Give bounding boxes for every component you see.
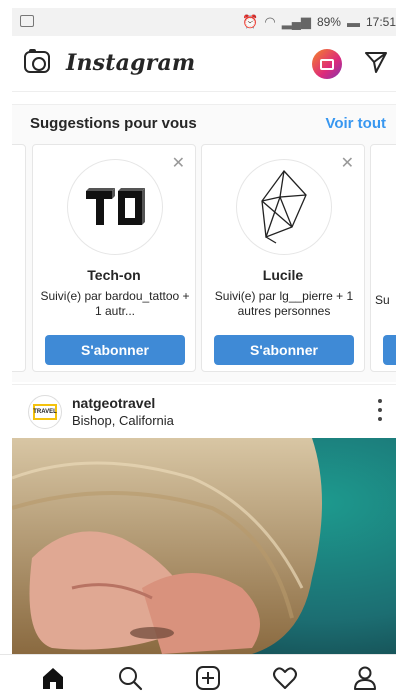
battery-icon: ▬ (346, 14, 360, 30)
camera-icon[interactable] (24, 49, 50, 73)
suggestions-header: Suggestions pour vous Voir tout (12, 104, 396, 138)
suggestion-card-partial-left (12, 144, 26, 372)
suggestion-name: Tech-on (87, 267, 141, 283)
suggestion-followed-by: Suivi(e) par bardou_tattoo + 1 autr... (40, 289, 190, 318)
post-photo-illustration (12, 438, 396, 654)
signal-icon: ▂▄▆ (281, 14, 311, 29)
avatar[interactable] (67, 159, 163, 255)
post-username[interactable]: natgeotravel (72, 395, 155, 411)
app-header: Instagram (12, 36, 396, 92)
post-location[interactable]: Bishop, California (72, 413, 174, 428)
suggestion-card-partial-right[interactable]: Su (370, 144, 396, 372)
follow-button[interactable]: S'abonner (214, 335, 354, 365)
bottom-navigation (0, 654, 396, 699)
heart-icon (273, 667, 297, 689)
paper-plane-icon (365, 52, 387, 73)
alarm-icon: ⏰ (242, 14, 259, 29)
suggestions-title: Suggestions pour vous (30, 115, 197, 132)
nav-activity[interactable] (268, 661, 302, 695)
profile-icon (354, 666, 376, 690)
dismiss-icon[interactable]: ✕ (341, 153, 354, 173)
clock: 17:51 (365, 15, 396, 29)
dismiss-icon[interactable]: ✕ (172, 153, 185, 173)
follow-button-partial[interactable] (383, 335, 396, 365)
more-options-icon[interactable] (378, 399, 382, 421)
status-right: ⏰ ◠ ▂▄▆ 89% ▬ 17:51 (242, 8, 396, 36)
nav-add[interactable] (191, 661, 225, 695)
wifi-icon: ◠ (264, 14, 276, 29)
home-icon (43, 668, 63, 689)
suggestion-followed-by: Suivi(e) par lg__pierre + 1 autres perso… (214, 289, 354, 318)
image-notification-icon (20, 15, 34, 27)
suggestion-card[interactable]: ✕ Tech-on Suivi(e) par bardou_tattoo + 1… (32, 144, 196, 372)
see-all-link[interactable]: Voir tout (325, 115, 386, 132)
avatar[interactable] (236, 159, 332, 255)
igtv-button[interactable] (312, 49, 342, 79)
instagram-logo: Instagram (66, 50, 196, 76)
add-icon (196, 666, 220, 690)
battery-percent: 89% (316, 15, 341, 29)
partial-card-text: Su (375, 293, 390, 307)
nav-home[interactable] (36, 661, 70, 695)
tech-on-logo-icon (86, 188, 145, 225)
tv-icon (320, 58, 334, 70)
suggestion-carousel[interactable]: ✕ Tech-on Suivi(e) par bardou_tattoo + 1… (12, 138, 396, 382)
line-drawing-logo-icon (261, 169, 307, 244)
search-icon (119, 667, 143, 691)
suggestion-name: Lucile (262, 267, 304, 283)
follow-button[interactable]: S'abonner (45, 335, 185, 365)
nav-search[interactable] (113, 661, 147, 695)
nav-profile[interactable] (348, 661, 382, 695)
post-image[interactable] (12, 438, 396, 654)
post-header: TRAVEL natgeotravel Bishop, California (12, 384, 396, 438)
status-bar: ⏰ ◠ ▂▄▆ 89% ▬ 17:51 (12, 8, 396, 36)
direct-message-button[interactable] (364, 50, 388, 79)
post-avatar[interactable]: TRAVEL (28, 395, 62, 429)
suggestion-card[interactable]: ✕ Lucile Suivi(e) par lg__pierre + 1 aut… (201, 144, 365, 372)
natgeo-logo: TRAVEL (33, 404, 57, 420)
